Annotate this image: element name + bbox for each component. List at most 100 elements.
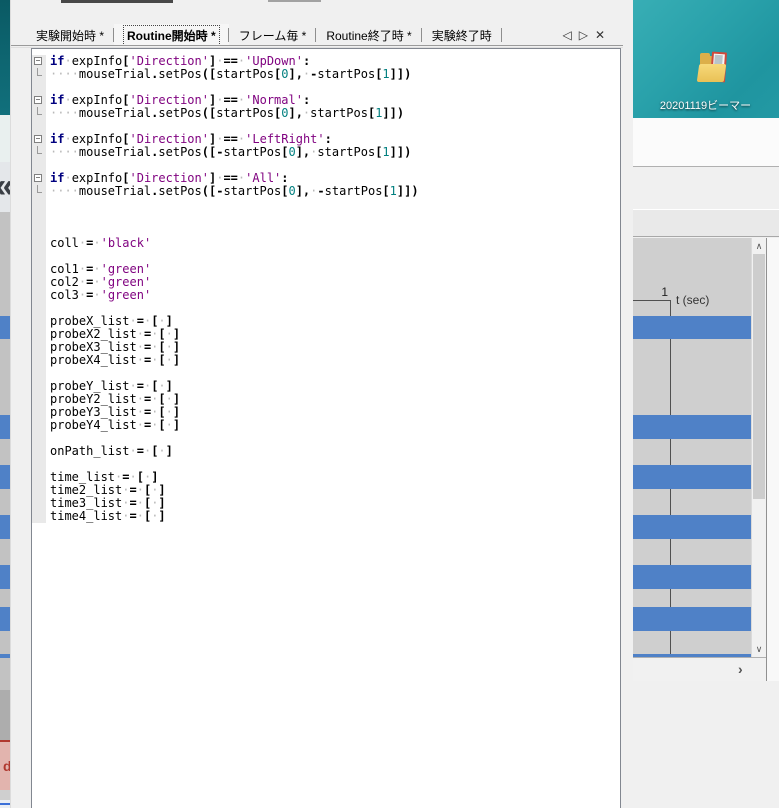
fold-margin[interactable]	[32, 289, 46, 302]
fold-margin[interactable]	[32, 471, 46, 484]
scroll-up-icon[interactable]: ∧	[752, 239, 766, 253]
horizontal-scrollbar[interactable]: ›	[632, 657, 767, 681]
fold-margin[interactable]	[32, 263, 46, 276]
fold-margin[interactable]	[32, 432, 46, 445]
fold-collapse-icon[interactable]	[34, 57, 42, 65]
tab-bar: 実験開始時 * Routine開始時 * フレーム毎 * Routine終了時 * 実験…	[11, 24, 623, 46]
routine-component-bar-fragment	[0, 515, 10, 539]
fold-margin[interactable]	[32, 380, 46, 393]
routine-component-bar	[632, 515, 751, 539]
routine-component-bar-fragment	[0, 654, 10, 658]
fold-margin[interactable]	[32, 484, 46, 497]
fold-margin[interactable]	[32, 458, 46, 471]
fold-margin[interactable]	[32, 250, 46, 263]
tab-each-frame[interactable]: フレーム毎 *	[229, 24, 317, 46]
code-line: probeY4_list·=·[·]	[32, 419, 620, 432]
fold-margin[interactable]	[32, 328, 46, 341]
fold-margin[interactable]	[32, 107, 46, 120]
fold-margin[interactable]	[32, 406, 46, 419]
code-area: if·expInfo['Direction']·==·'UpDown':····…	[32, 55, 620, 523]
fold-margin[interactable]	[32, 68, 46, 81]
fold-margin[interactable]	[32, 276, 46, 289]
fold-end-marker	[37, 185, 42, 193]
builder-window-band	[632, 168, 779, 209]
code-line: col3·=·'green'	[32, 289, 620, 302]
folder-tab-shape	[700, 53, 710, 59]
code-text: ····mouseTrial.setPos([-startPos[0],·-st…	[46, 185, 419, 198]
red-component-fragment: d	[0, 740, 10, 792]
builder-window-edge-strip	[767, 238, 779, 681]
fold-margin[interactable]	[32, 211, 46, 224]
tab-scroll-left-icon[interactable]: ◁	[562, 27, 571, 43]
fold-margin[interactable]	[32, 172, 46, 185]
code-line: ····mouseTrial.setPos([-startPos[0],·sta…	[32, 146, 620, 159]
fold-margin[interactable]	[32, 354, 46, 367]
vertical-scrollbar[interactable]: ∧ ∨	[751, 238, 766, 657]
routine-component-bar	[632, 565, 751, 589]
routine-component-bar	[632, 316, 751, 339]
fold-margin[interactable]	[32, 315, 46, 328]
tab-label: 実験開始時 *	[36, 27, 104, 44]
fold-margin[interactable]	[32, 224, 46, 237]
fold-margin[interactable]	[32, 237, 46, 250]
routine-component-bar	[632, 607, 751, 631]
code-line: probeX4_list·=·[·]	[32, 354, 620, 367]
fold-margin[interactable]	[32, 510, 46, 523]
vertical-scrollbar-thumb[interactable]	[753, 254, 765, 499]
fold-margin[interactable]	[32, 81, 46, 94]
tab-label: Routine終了時 *	[326, 27, 411, 44]
left-window-fragment	[0, 803, 10, 805]
fold-margin[interactable]	[32, 185, 46, 198]
code-line	[32, 198, 620, 211]
fold-margin[interactable]	[32, 367, 46, 380]
code-editor[interactable]: if·expInfo['Direction']·==·'UpDown':····…	[31, 48, 621, 808]
fold-collapse-icon[interactable]	[34, 135, 42, 143]
time-axis-label: t (sec)	[676, 293, 709, 307]
left-window-fragment	[0, 790, 10, 800]
routine-component-bar-fragment	[0, 316, 10, 339]
code-text: coll·=·'black'	[46, 237, 151, 250]
code-text: ····mouseTrial.setPos([startPos[0],·-sta…	[46, 68, 411, 81]
fold-margin[interactable]	[32, 146, 46, 159]
fold-collapse-icon[interactable]	[34, 174, 42, 182]
folder-label[interactable]: 20201119ビーマー	[642, 97, 769, 113]
fold-margin[interactable]	[32, 341, 46, 354]
tab-exp-end[interactable]: 実験終了時	[422, 24, 502, 46]
fold-end-marker	[37, 107, 42, 115]
tab-close-icon[interactable]: ✕	[595, 27, 605, 43]
tab-label: Routine開始時 *	[124, 26, 219, 45]
fold-margin[interactable]	[32, 198, 46, 211]
code-line: time4_list·=·[·]	[32, 510, 620, 523]
desktop-wallpaper: 20201119ビーマー	[632, 0, 779, 118]
fold-margin[interactable]	[32, 393, 46, 406]
tab-routine-start[interactable]: Routine開始時 *	[114, 24, 229, 46]
left-window-fragment	[0, 115, 10, 162]
code-text: probeY4_list·=·[·]	[46, 419, 180, 432]
fold-margin[interactable]	[32, 55, 46, 68]
fold-margin[interactable]	[32, 302, 46, 315]
code-text	[46, 198, 50, 211]
clipped-control-fragment	[268, 0, 321, 2]
folder-icon[interactable]	[697, 50, 733, 96]
time-axis-tick-label: 1	[654, 285, 668, 299]
left-window-fragment	[0, 690, 10, 740]
tab-nav-buttons: ◁ ▷ ✕	[562, 27, 605, 43]
fold-margin[interactable]	[32, 445, 46, 458]
scroll-right-icon[interactable]: ›	[738, 661, 743, 677]
fold-collapse-icon[interactable]	[34, 96, 42, 104]
code-component-dialog: 実験開始時 * Routine開始時 * フレーム毎 * Routine終了時 * 実験…	[10, 0, 633, 808]
tab-scroll-right-icon[interactable]: ▷	[579, 27, 588, 43]
code-text: ····mouseTrial.setPos([startPos[0],·star…	[46, 107, 404, 120]
fold-margin[interactable]	[32, 419, 46, 432]
chevron-left-icon: «	[0, 162, 10, 212]
scroll-down-icon[interactable]: ∨	[752, 642, 766, 656]
fold-margin[interactable]	[32, 94, 46, 107]
fold-margin[interactable]	[32, 133, 46, 146]
tab-exp-start[interactable]: 実験開始時 *	[26, 24, 114, 46]
fold-margin[interactable]	[32, 159, 46, 172]
fold-margin[interactable]	[32, 120, 46, 133]
tab-routine-end[interactable]: Routine終了時 *	[316, 24, 421, 46]
routine-component-bar-fragment	[0, 607, 10, 631]
fold-end-marker	[37, 146, 42, 154]
fold-margin[interactable]	[32, 497, 46, 510]
